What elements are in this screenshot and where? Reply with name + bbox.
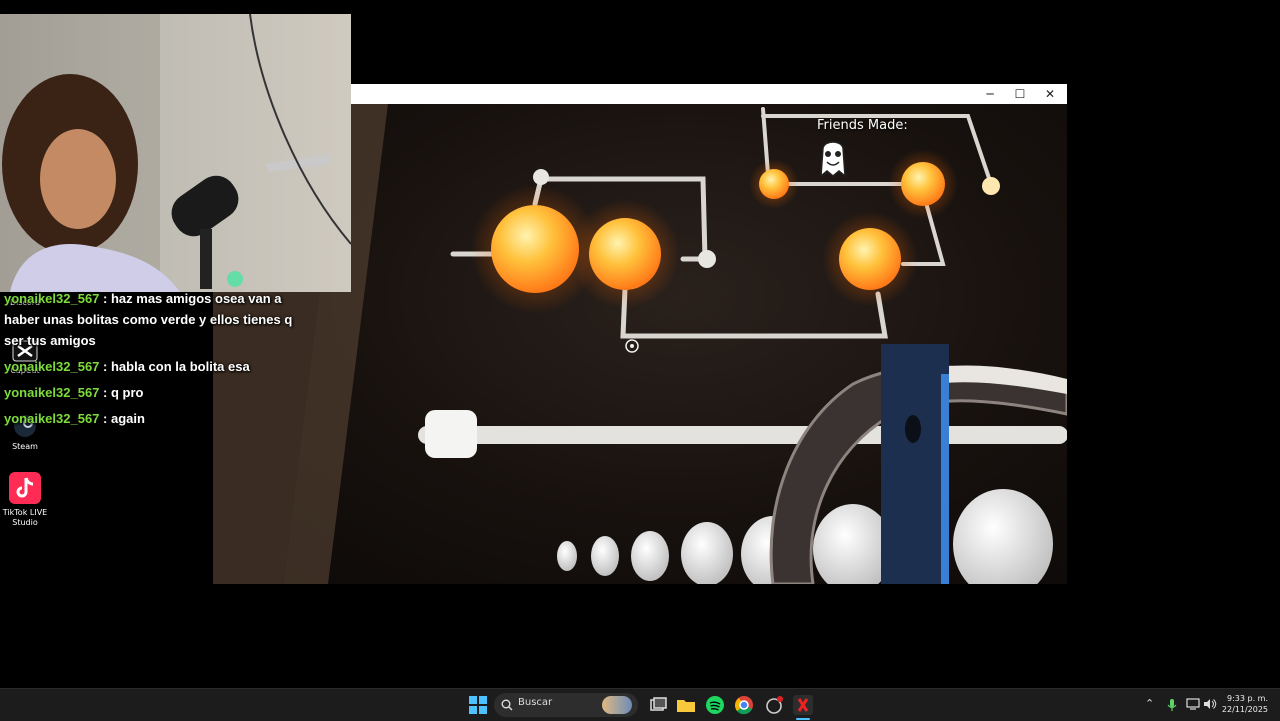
close-button[interactable]: ✕ (1035, 84, 1065, 104)
volume-icon[interactable] (1203, 698, 1217, 710)
crosshair-icon (625, 339, 639, 353)
start-button-icon[interactable] (468, 695, 488, 715)
orb (901, 162, 945, 206)
tiktok-live-studio-icon (9, 472, 41, 504)
taskbar-clock[interactable]: 9:33 p. m. 22/11/2025 (1222, 693, 1268, 715)
maximize-button[interactable]: ☐ (1005, 84, 1035, 104)
chat-username: yonaikel32_567 (4, 291, 100, 306)
search-placeholder: Buscar (518, 697, 553, 708)
friends-made-label: Friends Made: (817, 118, 908, 133)
chat-username: yonaikel32_567 (4, 411, 100, 426)
wire-node (698, 250, 716, 268)
orb (839, 228, 901, 290)
orb (759, 169, 789, 199)
chat-username: yonaikel32_567 (4, 385, 100, 400)
file-explorer-icon[interactable] (676, 695, 696, 715)
friend-ghost-icon (820, 141, 846, 178)
orb (589, 218, 661, 290)
chat-message: yonaikel32_567 : habla con la bolita esa (4, 356, 300, 377)
chat-username: yonaikel32_567 (4, 359, 100, 374)
chat-text: : habla con la bolita esa (103, 359, 250, 374)
webcam-overlay (0, 14, 351, 292)
minimize-button[interactable]: ─ (975, 84, 1005, 104)
taskbar: Buscar ⌃ 9:33 p. m. 22/11/2025 (0, 688, 1280, 721)
stream-chat: yonaikel32_567 : haz mas amigos osea van… (4, 288, 300, 434)
wire-node (982, 177, 1000, 195)
spotify-icon[interactable] (705, 695, 725, 715)
chrome-icon[interactable] (734, 695, 754, 715)
rod-end-cap (425, 410, 477, 458)
chat-message: yonaikel32_567 : again (4, 408, 300, 429)
taskbar-search[interactable]: Buscar (494, 693, 638, 717)
task-view-icon[interactable] (648, 695, 668, 715)
desktop-icon-label: Steam (12, 442, 38, 451)
desktop-icon-tiktok-live-studio[interactable]: TikTok LIVE Studio (0, 472, 50, 528)
microphone-icon[interactable] (1166, 698, 1178, 712)
webcam-feed (0, 14, 351, 292)
desktop-icon-label: TikTok LIVE Studio (2, 508, 48, 527)
app-icon[interactable] (764, 695, 784, 715)
chat-text: : again (103, 411, 145, 426)
blue-device (881, 344, 949, 584)
chat-text: : q pro (103, 385, 144, 400)
wire-node (533, 169, 549, 185)
orb (491, 205, 579, 293)
clock-time: 9:33 p. m. (1226, 694, 1268, 703)
search-icon (501, 699, 513, 711)
network-icon[interactable] (1186, 698, 1200, 710)
game-window-titlebar[interactable]: ─ ☐ ✕ (351, 84, 1067, 104)
chat-message: yonaikel32_567 : haz mas amigos osea van… (4, 288, 300, 351)
tray-overflow-icon[interactable]: ⌃ (1145, 697, 1154, 710)
game-app-icon[interactable] (793, 695, 813, 715)
search-highlight-icon (602, 696, 632, 714)
chat-message: yonaikel32_567 : q pro (4, 382, 300, 403)
horizontal-rod (418, 426, 1067, 444)
clock-date: 22/11/2025 (1221, 705, 1268, 714)
